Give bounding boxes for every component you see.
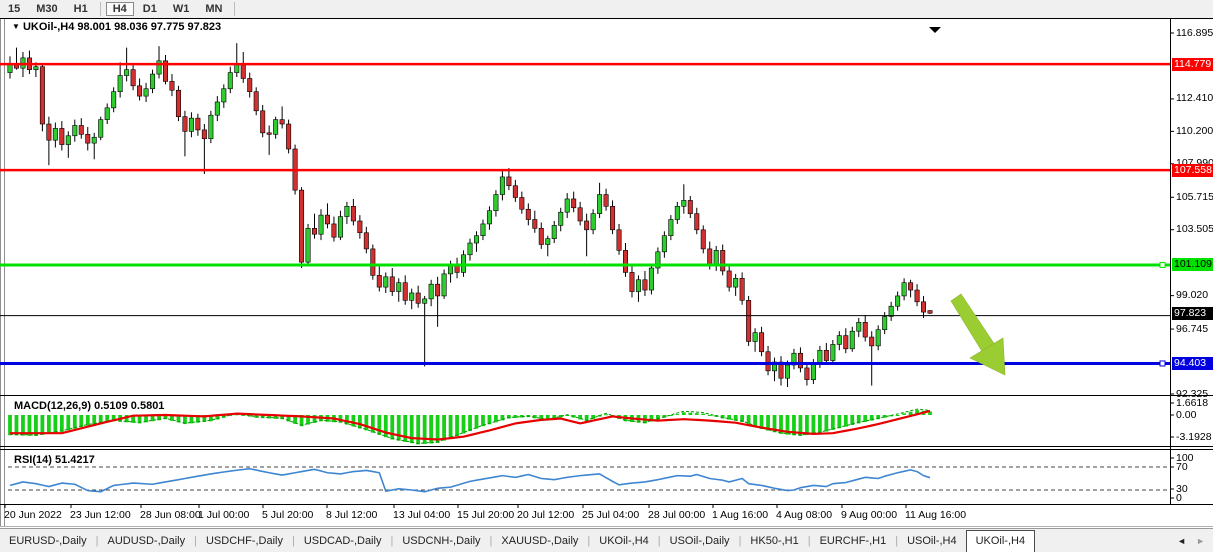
symbol-dropdown-icon[interactable]: ▼ bbox=[12, 22, 20, 31]
price-line-badge: 101.109 bbox=[1172, 258, 1213, 271]
symbol-tab-bar: EURUSD-,Daily|AUDUSD-,Daily|USDCHF-,Dail… bbox=[0, 528, 1213, 552]
date-tick-label: 20 Jul 12:00 bbox=[517, 509, 574, 521]
date-tick-label: 1 Jul 00:00 bbox=[198, 509, 249, 521]
symbol-tab-audusddaily[interactable]: AUDUSD-,Daily bbox=[98, 530, 194, 552]
macd-scale-label: -3.1928 bbox=[1176, 431, 1212, 443]
date-tick-label: 8 Jul 12:00 bbox=[326, 509, 377, 521]
chart-ohlc-readout: 98.001 98.036 97.775 97.823 bbox=[77, 21, 221, 33]
price-tick-label: 105.715 bbox=[1176, 191, 1213, 203]
candles bbox=[8, 43, 932, 387]
date-tick-label: 9 Aug 00:00 bbox=[841, 509, 897, 521]
rsi-scale-label: 70 bbox=[1176, 461, 1188, 473]
symbol-tab-usdcaddaily[interactable]: USDCAD-,Daily bbox=[295, 530, 391, 552]
date-tick-label: 28 Jul 00:00 bbox=[648, 509, 705, 521]
date-tick-label: 13 Jul 04:00 bbox=[393, 509, 450, 521]
chart-canvas[interactable] bbox=[0, 0, 1213, 551]
date-tick-label: 15 Jul 20:00 bbox=[457, 509, 514, 521]
symbol-tab-eurusddaily[interactable]: EURUSD-,Daily bbox=[0, 530, 96, 552]
symbol-tab-usoilh4[interactable]: USOil-,H4 bbox=[898, 530, 966, 552]
symbol-tab-ukoilh4[interactable]: UKOil-,H4 bbox=[590, 530, 658, 552]
chart-symbol-label: UKOil-,H4 bbox=[23, 21, 74, 33]
symbol-tab-xauusddaily[interactable]: XAUUSD-,Daily bbox=[492, 530, 587, 552]
price-tick-label: 112.410 bbox=[1176, 92, 1213, 104]
price-tick-label: 116.895 bbox=[1176, 27, 1213, 39]
date-tick-label: 20 Jun 2022 bbox=[4, 509, 62, 521]
price-tick-label: 103.505 bbox=[1176, 223, 1213, 235]
symbol-tab-usdcnhdaily[interactable]: USDCNH-,Daily bbox=[393, 530, 489, 552]
rsi-indicator-label: RSI(14) 51.4217 bbox=[14, 454, 95, 466]
date-tick-label: 11 Aug 16:00 bbox=[905, 509, 966, 521]
macd-scale-label: 0.00 bbox=[1176, 409, 1196, 421]
price-line-badge: 107.558 bbox=[1172, 164, 1213, 177]
symbol-tab-ukoilh4[interactable]: UKOil-,H4 bbox=[966, 530, 1036, 552]
price-tick-label: 110.200 bbox=[1176, 125, 1213, 137]
price-tick-label: 96.745 bbox=[1176, 323, 1208, 335]
price-tick-label: 99.020 bbox=[1176, 289, 1208, 301]
price-line-badge: 97.823 bbox=[1172, 307, 1213, 320]
symbol-tab-eurchfh1[interactable]: EURCHF-,H1 bbox=[811, 530, 896, 552]
price-line-badge: 114.779 bbox=[1172, 58, 1213, 71]
rsi-scale-label: 0 bbox=[1176, 492, 1182, 504]
tab-scroll-left-icon[interactable]: ◄ bbox=[1177, 536, 1186, 546]
chart-title: ▼ UKOil-,H4 98.001 98.036 97.775 97.823 bbox=[12, 21, 221, 33]
price-line-badge: 94.403 bbox=[1172, 357, 1213, 370]
date-tick-label: 5 Jul 20:00 bbox=[262, 509, 313, 521]
chart-shift-marker-icon[interactable] bbox=[929, 27, 941, 33]
mt4-chart-window: 15M30H1H4D1W1MN ▼ UKOil-,H4 98.001 98.03… bbox=[0, 0, 1213, 551]
macd-indicator-label: MACD(12,26,9) 0.5109 0.5801 bbox=[14, 400, 164, 412]
tab-scroll-right-icon[interactable]: ► bbox=[1196, 536, 1205, 546]
date-tick-label: 1 Aug 16:00 bbox=[712, 509, 768, 521]
symbol-tab-usoildaily[interactable]: USOil-,Daily bbox=[661, 530, 739, 552]
date-tick-label: 23 Jun 12:00 bbox=[70, 509, 131, 521]
date-tick-label: 4 Aug 08:00 bbox=[776, 509, 832, 521]
symbol-tab-hk50h1[interactable]: HK50-,H1 bbox=[741, 530, 807, 552]
symbol-tab-usdchfdaily[interactable]: USDCHF-,Daily bbox=[197, 530, 292, 552]
date-tick-label: 25 Jul 04:00 bbox=[582, 509, 639, 521]
macd-scale-label: 1.6618 bbox=[1176, 397, 1208, 409]
rsi-line bbox=[10, 469, 930, 492]
date-tick-label: 28 Jun 08:00 bbox=[140, 509, 201, 521]
